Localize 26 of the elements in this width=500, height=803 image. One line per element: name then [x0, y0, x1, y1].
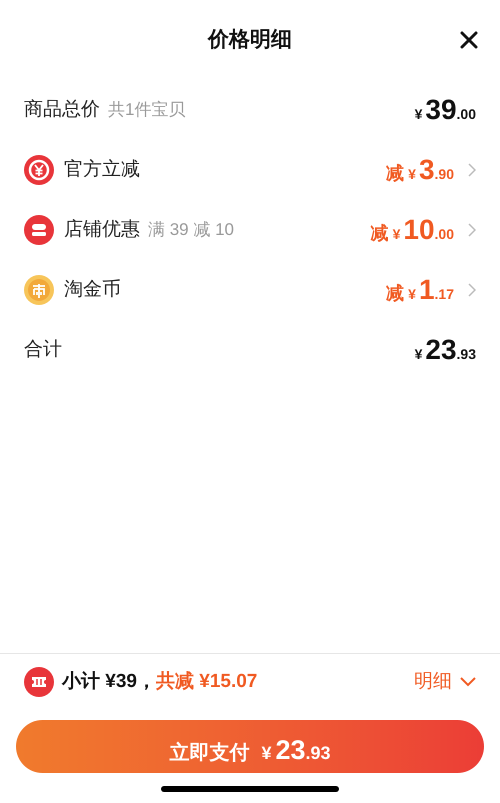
coupon-icon	[24, 155, 54, 185]
row-label: 官方立减	[64, 158, 140, 182]
details-toggle[interactable]: 明细	[414, 668, 476, 696]
row-label: 淘金币	[64, 278, 121, 302]
row-label: 商品总价	[24, 98, 100, 122]
caret-icon	[460, 677, 476, 687]
chevron-icon	[468, 283, 476, 297]
pay-button[interactable]: 立即支付 ¥23.93	[16, 720, 484, 773]
close-icon[interactable]	[460, 31, 478, 49]
coin-icon	[24, 275, 54, 305]
row-note: 共1件宝贝	[108, 99, 186, 122]
amount-text: ¥39.00	[414, 93, 476, 127]
ticket-icon	[24, 667, 54, 697]
amount-text: ¥23.93	[414, 333, 476, 367]
total-discount-text: 共减 ¥15.07	[156, 670, 258, 694]
row-label: 合计	[24, 338, 62, 362]
shop-icon	[24, 215, 54, 245]
amount-text: 减 ¥10.00	[370, 213, 454, 247]
amount-text: 减 ¥1.17	[386, 273, 454, 307]
chevron-icon	[468, 223, 476, 237]
chevron-icon	[468, 163, 476, 177]
row-label: 店铺优惠	[64, 218, 140, 242]
subtotal-text: 小计 ¥39，	[62, 670, 156, 694]
amount-text: 减 ¥3.90	[386, 153, 454, 187]
sheet-title: 价格明细	[208, 27, 292, 54]
row-note: 满 39 减 10	[148, 219, 234, 242]
